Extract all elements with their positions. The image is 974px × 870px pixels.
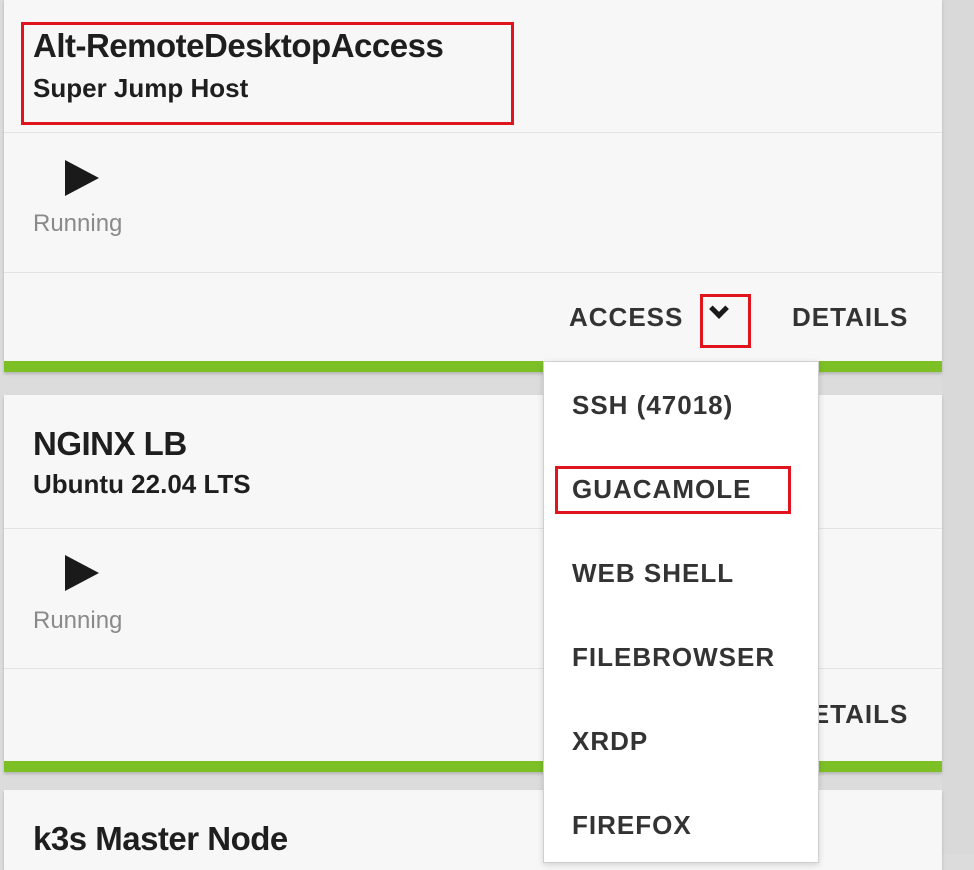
play-icon [65,160,99,196]
status-label: Running [33,607,123,634]
access-dropdown-toggle[interactable] [701,292,751,344]
instance-image: Ubuntu 22.04 LTS [33,469,251,499]
menu-item-ssh[interactable]: SSH (47018) [572,390,733,421]
chevron-down-icon [709,299,729,319]
details-button[interactable]: DETAILS [792,302,908,333]
instance-name: Alt-RemoteDesktopAccess [33,27,444,64]
instance-actions: ACCESS DETAILS [4,273,942,361]
access-button[interactable]: ACCESS [569,302,683,333]
instance-name: NGINX LB [33,425,187,462]
instance-status-section: Running [4,133,942,273]
menu-item-web-shell[interactable]: WEB SHELL [572,558,734,589]
status-label: Running [33,210,123,237]
scrollbar-track[interactable] [942,0,974,854]
instance-card: Alt-RemoteDesktopAccess Super Jump Host … [4,0,942,372]
menu-item-guacamole[interactable]: GUACAMOLE [572,474,751,505]
access-dropdown-menu: SSH (47018) GUACAMOLE WEB SHELL FILEBROW… [543,361,819,863]
instance-name: k3s Master Node [33,820,288,857]
instance-card-header: Alt-RemoteDesktopAccess Super Jump Host [4,0,942,133]
menu-item-filebrowser[interactable]: FILEBROWSER [572,642,775,673]
menu-item-firefox[interactable]: FIREFOX [572,810,692,841]
play-icon [65,555,99,591]
menu-item-xrdp[interactable]: XRDP [572,726,648,757]
instance-image: Super Jump Host [33,73,249,103]
